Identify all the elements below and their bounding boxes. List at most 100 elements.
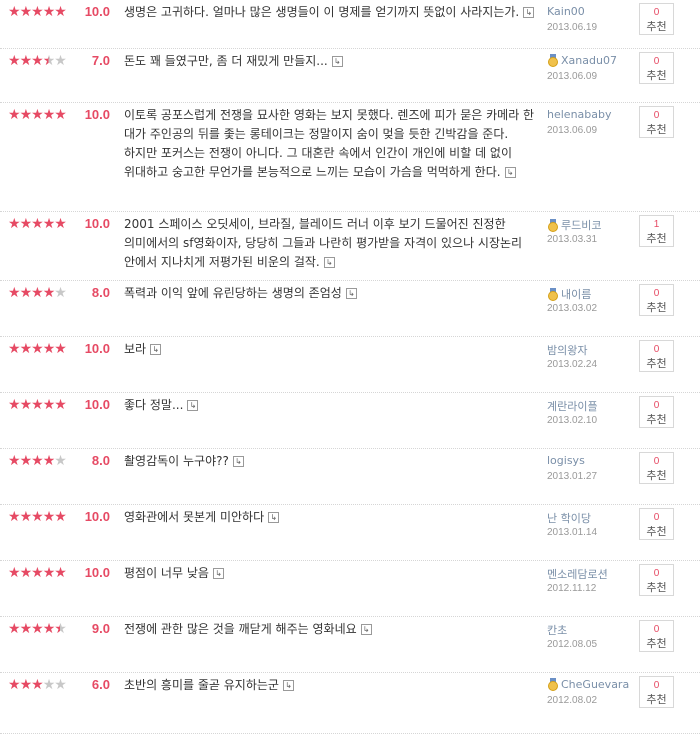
review-date: 2013.03.31	[547, 234, 598, 245]
star-icon: ★	[54, 341, 67, 357]
rating-score: 8.0	[91, 453, 110, 468]
recommend-count: 0	[653, 56, 660, 67]
recommend-button[interactable]: 0 추천	[639, 396, 674, 428]
more-icon[interactable]: ↳	[504, 167, 516, 178]
reviewer[interactable]: 칸초	[547, 622, 637, 638]
review-row: ★★★★★ 10.0 좋다 정말... ↳ 계란라이플 2013.02.10 0 추천	[0, 393, 700, 449]
star-icon: ★	[31, 453, 44, 469]
review-body: 평점이 너무 낮음	[124, 566, 209, 580]
recommend-button[interactable]: 0 추천	[639, 3, 674, 35]
star-icon: ★	[54, 4, 67, 20]
more-icon[interactable]: ↳	[323, 257, 335, 268]
reviewer-name[interactable]: Kain00	[547, 5, 585, 18]
medal-icon	[547, 678, 559, 691]
review-text: 좋다 정말... ↳	[124, 396, 536, 415]
more-icon[interactable]: ↳	[268, 512, 280, 523]
reviewer[interactable]: Xanadu07	[547, 54, 637, 67]
star-icon: ★	[42, 565, 56, 581]
more-icon[interactable]: ↳	[150, 344, 162, 355]
review-row: ★★★★★ 8.0 폭력과 이익 앞에 유린당하는 생명의 존엄성 ↳ 내이름 2013.…	[0, 281, 700, 337]
review-row: ★★★★★ 10.0 생명은 고귀하다. 얼마나 많은 생명들이 이 명제를 얻기까…	[0, 0, 700, 49]
reviewer[interactable]: logisys	[547, 454, 637, 467]
rating-score: 6.0	[91, 677, 110, 692]
star-icon: ★	[31, 565, 44, 581]
recommend-button[interactable]: 0 추천	[639, 508, 674, 540]
star-icon: ★	[31, 53, 44, 69]
reviewer[interactable]: CheGuevara	[547, 678, 637, 691]
more-icon[interactable]: ↳	[212, 568, 224, 579]
reviewer[interactable]: 내이름	[547, 286, 637, 302]
recommend-button[interactable]: 0 추천	[639, 452, 674, 484]
reviewer-name[interactable]: helenababy	[547, 108, 612, 121]
review-date: 2012.08.02	[547, 695, 598, 706]
review-text: 보라 ↳	[124, 340, 536, 359]
recommend-button[interactable]: 0 추천	[639, 52, 674, 84]
star-icon: ★	[31, 107, 44, 123]
star-icon: ★	[19, 565, 33, 581]
rating-stars: ★★★★★	[8, 397, 67, 413]
reviewer[interactable]: 루드비코	[547, 217, 637, 233]
recommend-label: 추천	[646, 525, 667, 538]
review-body: 폭력과 이익 앞에 유린당하는 생명의 존엄성	[124, 286, 342, 300]
more-icon[interactable]: ↳	[331, 56, 343, 67]
reviewer-name[interactable]: 계란라이플	[547, 400, 598, 413]
rating-stars: ★★★★★	[8, 509, 67, 525]
more-icon[interactable]: ↳	[282, 680, 294, 691]
star-icon: ★	[54, 509, 67, 525]
reviewer[interactable]: 계란라이플	[547, 398, 637, 414]
review-date: 2013.01.14	[547, 527, 598, 538]
reviewer-name[interactable]: 내이름	[561, 288, 591, 301]
reviewer-name[interactable]: Xanadu07	[561, 54, 617, 67]
rating-stars: ★★★★★	[8, 4, 67, 20]
review-body: 전쟁에 관한 많은 것을 깨닫게 해주는 영화네요	[124, 622, 357, 636]
reviewer[interactable]: 밤의왕자	[547, 342, 637, 358]
recommend-button[interactable]: 0 추천	[639, 676, 674, 708]
reviewer[interactable]: 멘소레담로션	[547, 566, 637, 582]
star-icon: ★	[8, 107, 21, 123]
star-icon: ★	[42, 621, 56, 637]
recommend-count: 0	[653, 400, 660, 411]
more-icon[interactable]: ↳	[360, 624, 372, 635]
reviewer-name[interactable]: 루드비코	[561, 219, 601, 232]
recommend-button[interactable]: 0 추천	[639, 340, 674, 372]
recommend-button[interactable]: 1 추천	[639, 215, 674, 247]
recommend-button[interactable]: 0 추천	[639, 620, 674, 652]
more-icon[interactable]: ↳	[187, 400, 199, 411]
rating-stars: ★★★★★	[8, 217, 67, 231]
rating-score: 10.0	[84, 4, 110, 19]
recommend-button[interactable]: 0 추천	[639, 284, 674, 316]
star-icon: ★	[8, 4, 21, 20]
reviewer[interactable]: 난 학이당	[547, 510, 637, 526]
reviewer-name[interactable]: 멘소레담로션	[547, 568, 608, 581]
reviewer-name[interactable]: 난 학이당	[547, 512, 591, 525]
star-icon: ★	[54, 677, 67, 693]
recommend-label: 추천	[646, 581, 667, 594]
reviewer-name[interactable]: 밤의왕자	[547, 344, 587, 357]
star-icon: ★	[42, 397, 56, 413]
star-icon: ★	[19, 397, 33, 413]
more-icon[interactable]: ↳	[232, 456, 244, 467]
star-icon: ★	[31, 4, 44, 20]
recommend-button[interactable]: 0 추천	[639, 106, 674, 138]
reviewer-name[interactable]: 칸초	[547, 624, 567, 637]
recommend-button[interactable]: 0 추천	[639, 564, 674, 596]
review-row: ★★★★★ 10.0 평점이 너무 낮음 ↳ 멘소레담로션 2012.11.12 0 추천	[0, 561, 700, 617]
recommend-label: 추천	[646, 693, 667, 706]
rating-stars: ★★★★★	[8, 107, 67, 123]
reviewer-name[interactable]: CheGuevara	[561, 678, 629, 691]
star-icon: ★	[8, 53, 21, 69]
review-date: 2013.02.10	[547, 415, 598, 426]
star-icon: ★	[42, 341, 56, 357]
reviewer-name[interactable]: logisys	[547, 454, 585, 467]
review-text: 전쟁에 관한 많은 것을 깨닫게 해주는 영화네요 ↳	[124, 620, 536, 639]
review-row: ★★★★★ 8.0 촬영감독이 누구야?? ↳ logisys 2013.01.27 0 추천	[0, 449, 700, 505]
review-row: ★★★★★ 10.0 영화관에서 못본게 미안하다 ↳ 난 학이당 2013.01.14 0…	[0, 505, 700, 561]
recommend-count: 1	[653, 219, 660, 230]
star-icon: ★	[19, 285, 33, 301]
reviewer[interactable]: Kain00	[547, 5, 637, 18]
star-icon: ★	[54, 285, 67, 301]
more-icon[interactable]: ↳	[345, 288, 357, 299]
more-icon[interactable]: ↳	[523, 7, 535, 18]
star-icon: ★	[54, 53, 67, 69]
reviewer[interactable]: helenababy	[547, 108, 637, 121]
